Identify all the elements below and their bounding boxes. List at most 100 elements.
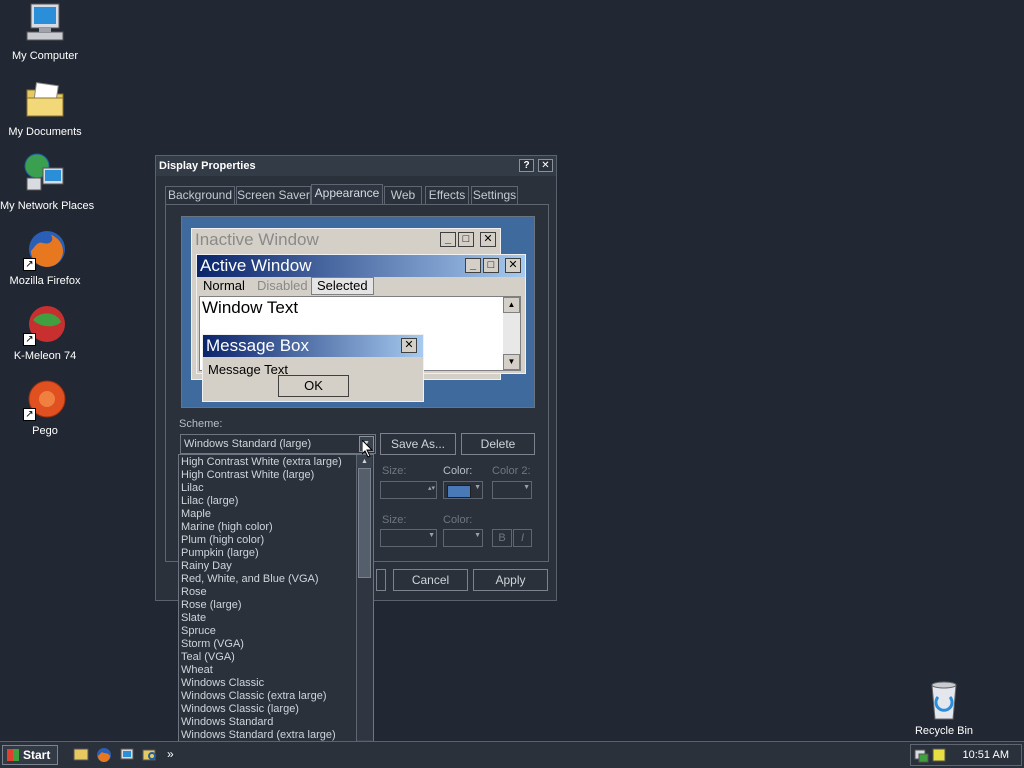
italic-label: I (520, 532, 525, 544)
delete-button[interactable]: Delete (461, 433, 535, 455)
scheme-option[interactable]: Windows Classic (extra large) (179, 690, 357, 703)
tab-background[interactable]: Background (165, 186, 235, 204)
bold-label: B (498, 532, 506, 544)
close-icon: ✕ (401, 338, 417, 353)
scheme-option[interactable]: Spruce (179, 625, 357, 638)
size-label: Size: (382, 465, 407, 477)
desktop-icon-mozilla-firefox[interactable]: ↗ Mozilla Firefox (0, 227, 90, 287)
network-status-icon[interactable] (913, 747, 929, 763)
preview-inactive-titlebar: Inactive Window _ □ ✕ (192, 229, 500, 251)
preview-message-box: Message Box ✕ Message Text OK (202, 334, 424, 402)
menu-disabled: Disabled (257, 278, 308, 293)
scroll-thumb[interactable] (358, 468, 371, 578)
tab-effects[interactable]: Effects (425, 186, 469, 204)
quick-launch-chevron[interactable]: » (167, 747, 174, 761)
msg-title: Message Box (206, 336, 309, 355)
scheme-option[interactable]: Lilac (large) (179, 495, 357, 508)
scheme-option[interactable]: Slate (179, 612, 357, 625)
menu-normal: Normal (203, 278, 245, 293)
firefox-icon: ↗ (23, 227, 67, 271)
shortcut-arrow-icon: ↗ (23, 333, 36, 346)
scheme-option[interactable]: Marine (high color) (179, 521, 357, 534)
desktop-icon-label: My Documents (8, 126, 82, 138)
taskbar-clock[interactable]: 10:51 AM (963, 749, 1009, 761)
color-swatch (447, 485, 471, 498)
tab-screen-saver[interactable]: Screen Saver (236, 186, 311, 204)
close-button[interactable]: ✕ (538, 159, 553, 172)
desktop-icon-label: My Network Places (0, 200, 95, 212)
close-icon: ✕ (480, 232, 496, 247)
preview-menu-bar: Normal Disabled Selected (197, 277, 525, 295)
scheme-option[interactable]: Rainy Day (179, 560, 357, 573)
bold-toggle[interactable]: B (492, 529, 512, 547)
scheme-option[interactable]: Pumpkin (large) (179, 547, 357, 560)
font-color-label: Color: (443, 514, 473, 526)
scheme-option[interactable]: High Contrast White (large) (179, 469, 357, 482)
desktop-icon-k-meleon[interactable]: ↗ K-Meleon 74 (0, 302, 90, 362)
volume-icon[interactable] (931, 747, 947, 763)
show-desktop-icon[interactable] (73, 747, 89, 763)
item-color2-button[interactable]: ▼ (492, 481, 532, 499)
maximize-icon: □ (458, 232, 474, 247)
close-icon: ✕ (505, 258, 521, 273)
scheme-value: Windows Standard (large) (184, 438, 312, 450)
window-text: Window Text (202, 298, 299, 317)
scheme-option[interactable]: Red, White, and Blue (VGA) (179, 573, 357, 586)
shortcut-arrow-icon: ↗ (23, 258, 36, 271)
scheme-option[interactable]: Windows Classic (large) (179, 703, 357, 716)
scheme-option[interactable]: Teal (VGA) (179, 651, 357, 664)
italic-toggle[interactable]: I (513, 529, 532, 547)
desktop-icon-my-documents[interactable]: My Documents (0, 78, 90, 138)
chevron-down-icon: ▼ (474, 484, 481, 491)
apply-button[interactable]: Apply (473, 569, 548, 591)
font-size-select[interactable]: ▼ (380, 529, 437, 547)
scheme-option[interactable]: High Contrast White (extra large) (179, 456, 357, 469)
item-size-spinner[interactable]: ▴▾ (380, 481, 437, 499)
tab-settings[interactable]: Settings (471, 186, 518, 204)
taskbar: Start » 10:51 AM (0, 741, 1024, 768)
scheme-option[interactable]: Lilac (179, 482, 357, 495)
desktop-icon-recycle-bin[interactable]: Recycle Bin (899, 677, 989, 737)
scheme-option[interactable]: Maple (179, 508, 357, 521)
start-button[interactable]: Start (2, 745, 58, 765)
window-titlebar[interactable]: Display Properties ? ✕ (156, 156, 556, 176)
search-icon[interactable] (142, 747, 158, 763)
ok-button[interactable] (376, 569, 386, 591)
item-color-button[interactable]: ▼ (443, 481, 483, 499)
preview-active-titlebar: Active Window _ □ ✕ (197, 255, 525, 277)
desktop-icon-my-network-places[interactable]: My Network Places (0, 152, 95, 212)
preview-msg-titlebar: Message Box ✕ (203, 335, 423, 357)
chevron-down-icon: ▼ (474, 532, 481, 539)
tab-web[interactable]: Web (384, 186, 422, 204)
desktop-icon-label: My Computer (11, 50, 79, 62)
firefox-icon[interactable] (96, 747, 112, 763)
tab-appearance[interactable]: Appearance (311, 184, 383, 205)
font-color-button[interactable]: ▼ (443, 529, 483, 547)
scheme-option[interactable]: Rose (179, 586, 357, 599)
computer-icon (23, 2, 67, 46)
network-icon (23, 152, 67, 196)
cancel-button[interactable]: Cancel (393, 569, 468, 591)
start-label: Start (23, 748, 51, 762)
pego-icon: ↗ (23, 377, 67, 421)
help-button[interactable]: ? (519, 159, 534, 172)
scheme-option[interactable]: Storm (VGA) (179, 638, 357, 651)
dropdown-scrollbar[interactable]: ▲ ▼ (356, 455, 373, 753)
network-icon[interactable] (119, 747, 135, 763)
scheme-option[interactable]: Windows Standard (179, 716, 357, 729)
desktop-icon-pego[interactable]: ↗ Pego (0, 377, 90, 437)
scheme-dropdown-list[interactable]: High Contrast White (extra large) High Co… (178, 454, 374, 754)
folder-icon (23, 78, 67, 122)
preview-active-title: Active Window (200, 256, 312, 275)
scheme-option[interactable]: Rose (large) (179, 599, 357, 612)
scheme-option[interactable]: Windows Classic (179, 677, 357, 690)
desktop-icon-my-computer[interactable]: My Computer (0, 2, 90, 62)
menu-selected: Selected (311, 277, 374, 295)
scheme-option[interactable]: Wheat (179, 664, 357, 677)
desktop-icon-label: Mozilla Firefox (9, 275, 81, 287)
spinner-icon: ▴▾ (427, 485, 435, 492)
mouse-cursor-icon (362, 440, 374, 458)
scheme-select[interactable]: Windows Standard (large) ▼ (180, 434, 376, 454)
scheme-option[interactable]: Plum (high color) (179, 534, 357, 547)
save-as-button[interactable]: Save As... (380, 433, 456, 455)
